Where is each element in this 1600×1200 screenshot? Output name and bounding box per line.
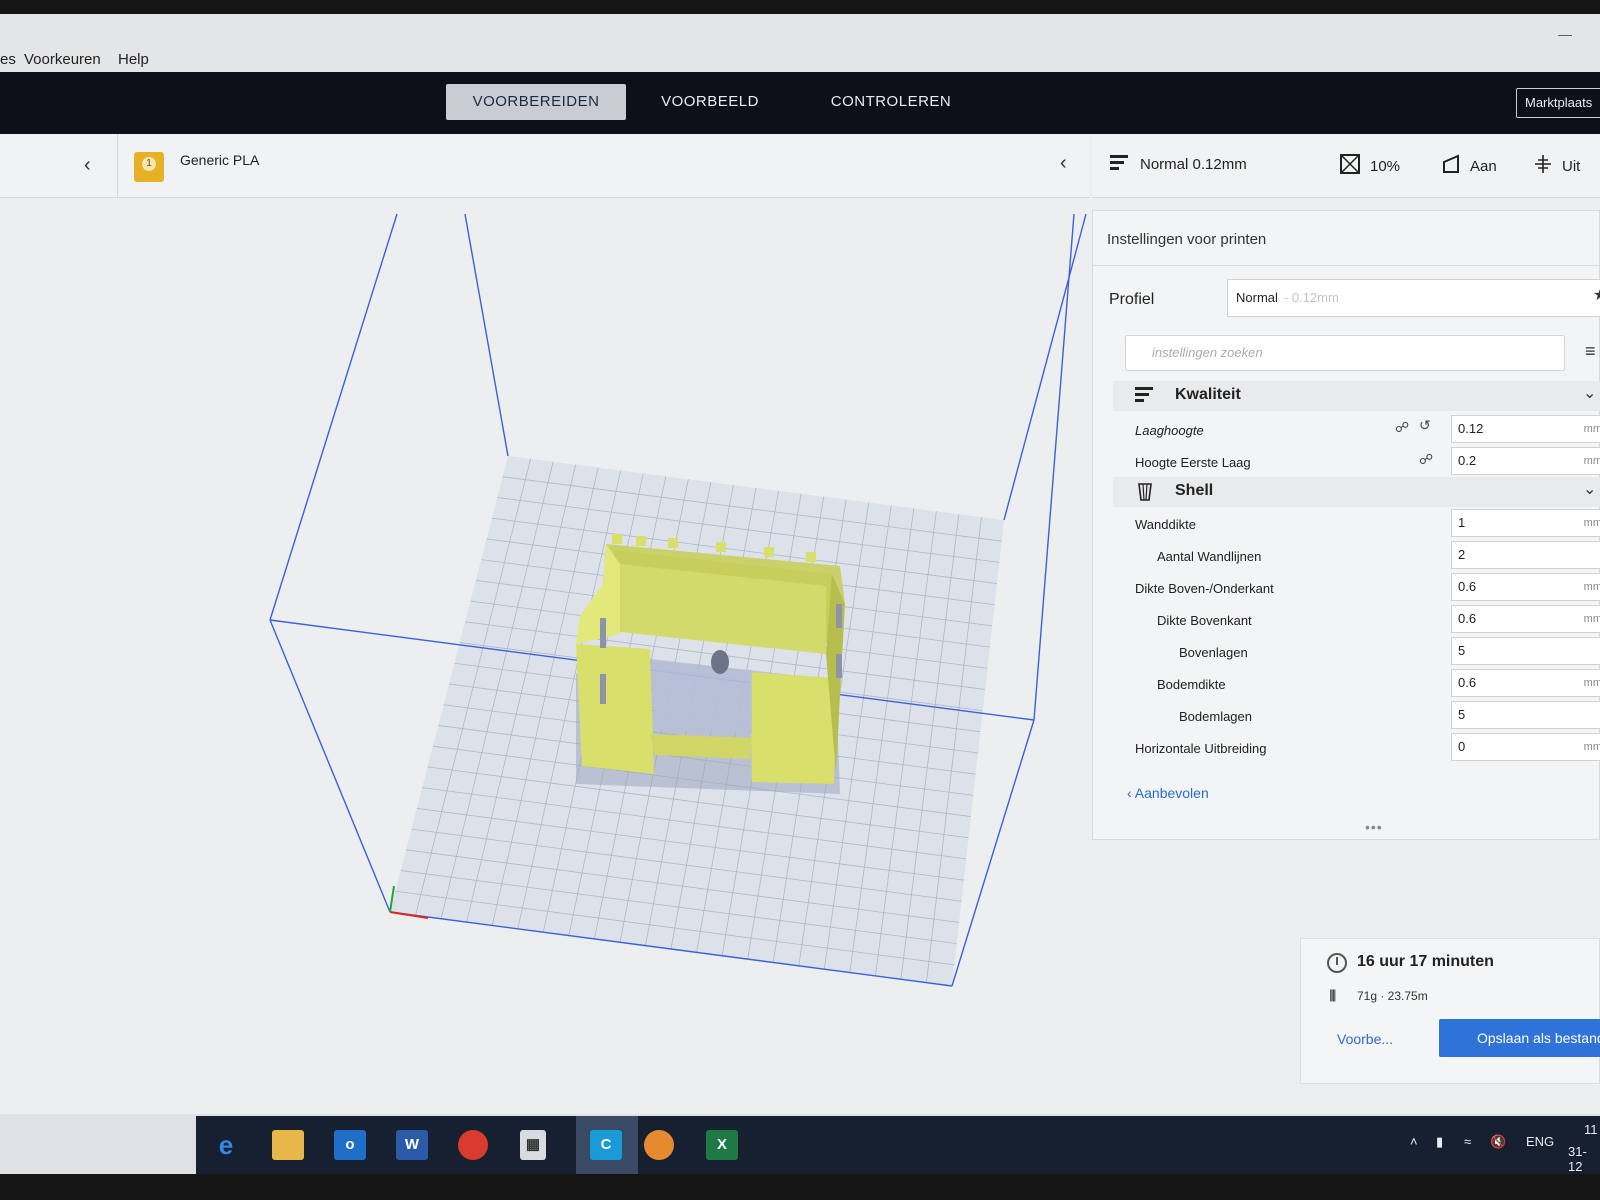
top-bottom-thickness-field[interactable]: 0.6 mm — [1451, 573, 1600, 601]
profile-summary[interactable]: Normal 0.12mm — [1110, 154, 1247, 176]
category-label: Shell — [1175, 482, 1214, 499]
print-estimate-panel: 16 uur 17 minuten |||| 71g · 23.75m Voor… — [1300, 938, 1600, 1084]
setting-label-horizontal-expansion: Horizontale Uitbreiding — [1135, 741, 1267, 756]
save-to-file-button[interactable]: Opslaan als bestand — [1439, 1019, 1600, 1057]
calculator-icon[interactable]: ▦ — [520, 1130, 546, 1160]
horizontal-expansion-field[interactable]: 0 mm — [1451, 733, 1600, 761]
material-bar: ‹ 1 Generic PLA ‹ — [0, 134, 1090, 198]
setting-label-bottom-thickness: Bodemdikte — [1157, 677, 1226, 692]
quality-icon — [1135, 386, 1155, 409]
outlook-icon[interactable]: o — [334, 1130, 366, 1160]
wall-thickness-field[interactable]: 1 mm — [1451, 509, 1600, 537]
print-time: 16 uur 17 minuten — [1357, 953, 1494, 970]
top-layers-field[interactable]: 5 — [1451, 637, 1600, 665]
star-icon[interactable]: ★ — [1593, 285, 1600, 305]
setting-label-top-thickness: Dikte Bovenkant — [1157, 613, 1252, 628]
setting-label-bottom-layers: Bodemlagen — [1179, 709, 1252, 724]
menu-help[interactable]: Help — [118, 51, 149, 68]
chevron-down-icon[interactable]: ⌄ — [1583, 383, 1596, 403]
edge-icon[interactable]: e — [210, 1130, 242, 1160]
setting-label-top-layers: Bovenlagen — [1179, 645, 1248, 660]
support-summary[interactable]: Aan — [1442, 154, 1497, 178]
setting-label-top-bottom-thickness: Dikte Boven-/Onderkant — [1135, 581, 1274, 596]
word-icon[interactable]: W — [396, 1130, 428, 1160]
taskbar-strip: e o W ▦ C X ˄ ▮ ≈ 🔇 ENG 11 31-12 — [196, 1116, 1600, 1174]
chevron-down-icon[interactable]: ⌄ — [1583, 479, 1596, 499]
profile-label: Profiel — [1109, 291, 1155, 308]
marketplace-button[interactable]: Marktplaats — [1516, 88, 1600, 118]
divider — [1093, 265, 1600, 266]
chrome-icon[interactable] — [458, 1130, 488, 1160]
shell-icon — [1135, 482, 1155, 507]
adhesion-icon — [1534, 154, 1552, 178]
divider — [117, 134, 118, 198]
clock-time[interactable]: 11 — [1584, 1122, 1598, 1137]
extruder-badge-icon[interactable]: 1 — [134, 152, 164, 182]
recommended-button[interactable]: ‹ Aanbevolen — [1127, 785, 1209, 801]
category-shell[interactable]: Shell ⌄ — [1113, 477, 1600, 507]
setting-label-layer-height: Laaghoogte — [1135, 423, 1204, 438]
menu-preferences[interactable]: Voorkeuren — [24, 51, 101, 68]
setting-label-wall-line-count: Aantal Wandlijnen — [1157, 549, 1262, 564]
profile-select[interactable]: Normal - 0.12mm — [1227, 279, 1600, 317]
settings-search-input[interactable]: instellingen zoeken — [1125, 335, 1565, 371]
mute-icon[interactable]: 🔇 — [1490, 1134, 1506, 1150]
menu-bar: es Voorkeuren Help — — [0, 14, 1600, 72]
language-indicator[interactable]: ENG — [1526, 1134, 1554, 1149]
preview-button[interactable]: Voorbe... — [1337, 1031, 1393, 1047]
clock-date[interactable]: 31-12 — [1568, 1144, 1600, 1174]
tab-prepare[interactable]: VOORBEREIDEN — [446, 84, 626, 120]
menu-extensions[interactable]: es — [0, 51, 16, 68]
app-orange-icon[interactable] — [644, 1130, 674, 1160]
file-explorer-icon[interactable] — [272, 1130, 304, 1160]
bottom-thickness-field[interactable]: 0.6 mm — [1451, 669, 1600, 697]
wall-line-count-field[interactable]: 2 — [1451, 541, 1600, 569]
category-label: Kwaliteit — [1175, 386, 1241, 403]
quality-icon — [1110, 154, 1130, 176]
infill-summary[interactable]: 10% — [1340, 154, 1400, 178]
tab-preview[interactable]: VOORBEELD — [640, 84, 780, 120]
setting-label-wall-thickness: Wanddikte — [1135, 517, 1196, 532]
infill-icon — [1340, 154, 1360, 178]
resize-handle[interactable]: ••• — [1365, 819, 1383, 835]
category-quality[interactable]: Kwaliteit ⌄ — [1113, 381, 1600, 411]
stage-toolbar: VOORBEREIDEN VOORBEELD CONTROLEREN Markt… — [0, 72, 1600, 134]
spool-icon: |||| — [1329, 987, 1336, 1002]
material-estimate: 71g · 23.75m — [1357, 989, 1428, 1003]
cura-window: es Voorkeuren Help — VOORBEREIDEN VOORBE… — [0, 14, 1600, 1174]
battery-icon[interactable]: ▮ — [1436, 1134, 1443, 1150]
collapse-left-icon[interactable]: ‹ — [84, 154, 91, 177]
collapse-right-icon[interactable]: ‹ — [1060, 152, 1067, 175]
settings-menu-icon[interactable]: ≡ — [1585, 341, 1596, 362]
reset-icon[interactable]: ↺ — [1419, 417, 1431, 434]
cura-icon[interactable]: C — [590, 1130, 622, 1160]
panel-title: Instellingen voor printen — [1107, 231, 1267, 248]
material-name[interactable]: Generic PLA — [180, 152, 259, 168]
windows-taskbar: e o W ▦ C X ˄ ▮ ≈ 🔇 ENG 11 31-12 — [0, 1114, 1600, 1174]
adhesion-summary[interactable]: Uit — [1534, 154, 1580, 178]
clock-icon — [1327, 953, 1347, 973]
link-icon[interactable]: ☍ — [1419, 451, 1433, 468]
print-settings-summary[interactable]: Normal 0.12mm 10% Aan Uit — [1092, 134, 1600, 198]
link-icon[interactable]: ☍ — [1395, 419, 1409, 436]
tab-monitor[interactable]: CONTROLEREN — [806, 84, 976, 120]
bottom-layers-field[interactable]: 5 — [1451, 701, 1600, 729]
setting-label-initial-layer-height: Hoogte Eerste Laag — [1135, 455, 1251, 470]
minimize-icon[interactable]: — — [1558, 26, 1572, 42]
layer-height-field[interactable]: 0.12 mm — [1451, 415, 1600, 443]
wifi-icon[interactable]: ≈ — [1464, 1134, 1471, 1149]
print-settings-panel: Instellingen voor printen Profiel Normal… — [1092, 210, 1600, 840]
excel-icon[interactable]: X — [706, 1130, 738, 1160]
initial-layer-height-field[interactable]: 0.2 mm — [1451, 447, 1600, 475]
support-icon — [1442, 154, 1460, 178]
tray-chevron-icon[interactable]: ˄ — [1410, 1134, 1418, 1149]
top-thickness-field[interactable]: 0.6 mm — [1451, 605, 1600, 633]
